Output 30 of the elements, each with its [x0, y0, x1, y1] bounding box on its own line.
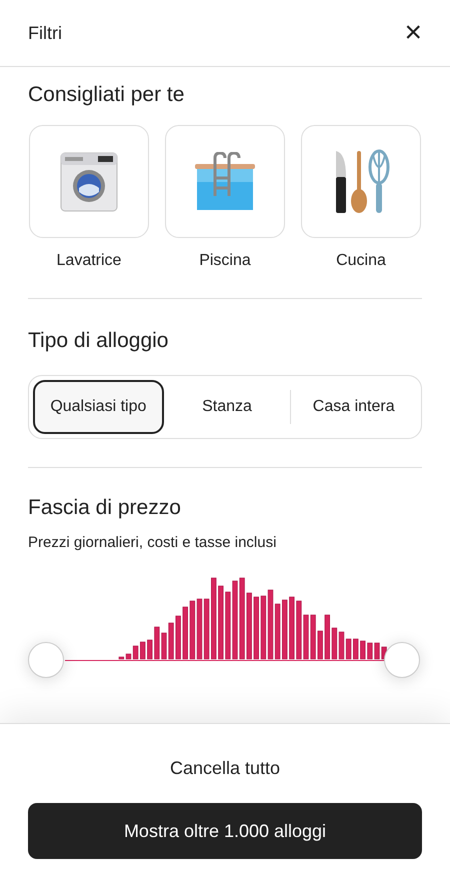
histogram-bar — [176, 616, 181, 660]
histogram-bar — [254, 596, 259, 660]
pool-ladder-icon — [195, 152, 255, 212]
slider-thumb[interactable] — [384, 642, 420, 678]
histogram-bar — [360, 640, 366, 660]
sheet-title: Filtri — [28, 22, 62, 44]
washing-machine-icon — [60, 152, 118, 212]
amenity-label: Piscina — [199, 252, 251, 270]
place-type-tab[interactable]: Stanza — [164, 380, 290, 434]
amenity-label: Lavatrice — [56, 252, 122, 270]
clear-all-button[interactable]: Cancella tutto — [166, 754, 284, 783]
histogram-bar — [353, 638, 358, 660]
histogram-bar — [289, 596, 294, 660]
section-title: Tipo di alloggio — [28, 329, 170, 353]
histogram-bar — [246, 592, 252, 660]
amenity-label: Cucina — [336, 252, 386, 270]
place-type-tab[interactable]: Qualsiasi tipo — [33, 380, 164, 434]
section-subtitle: Prezzi giornalieri, costi e tasse inclusi — [28, 534, 278, 551]
histogram-bar — [324, 614, 330, 660]
amenity-card[interactable] — [301, 125, 421, 238]
place-type-tab[interactable]: Casa intera — [290, 380, 418, 434]
histogram-bar — [318, 630, 323, 660]
histogram-bar — [282, 600, 288, 660]
show-results-button[interactable]: Mostra oltre 1.000 alloggi — [28, 803, 422, 859]
histogram-bar — [140, 642, 146, 660]
slider-thumb[interactable] — [28, 642, 64, 678]
section-title: Consigliati per te — [28, 83, 186, 107]
histogram-bar — [147, 640, 152, 660]
histogram-bar — [182, 606, 188, 660]
section-title: Fascia di prezzo — [28, 496, 182, 520]
